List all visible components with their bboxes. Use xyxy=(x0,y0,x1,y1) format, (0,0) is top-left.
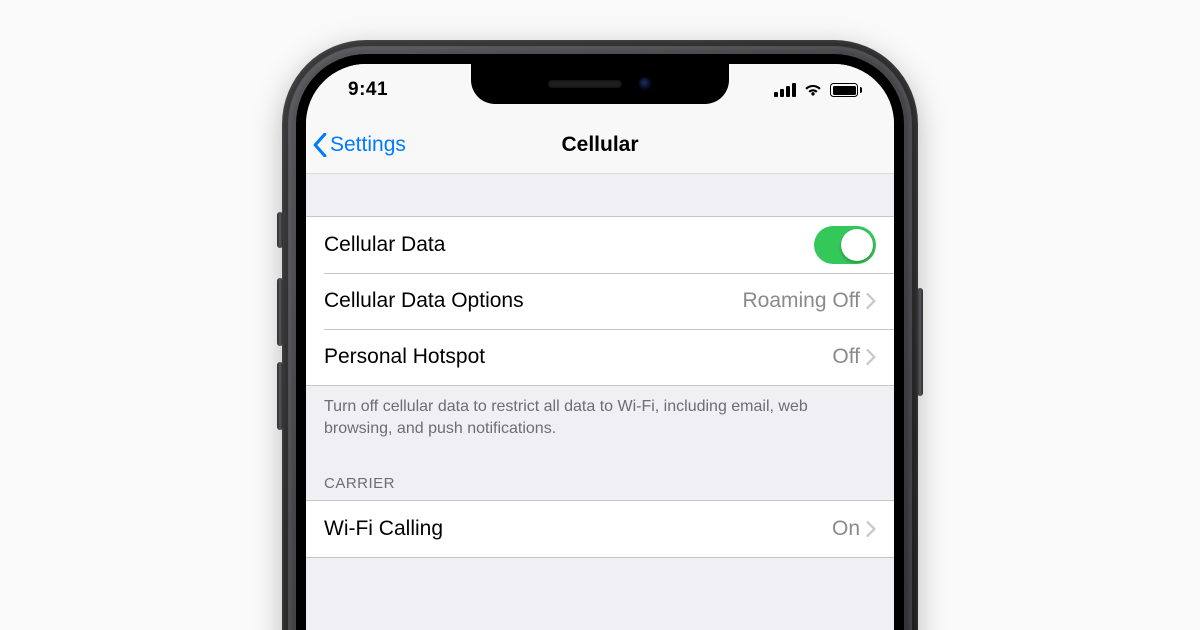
notch xyxy=(471,64,729,104)
chevron-right-icon xyxy=(866,521,876,537)
front-camera xyxy=(638,77,652,91)
cellular-data-options-value: Roaming Off xyxy=(743,289,861,313)
cellular-data-label: Cellular Data xyxy=(324,233,445,257)
personal-hotspot-label: Personal Hotspot xyxy=(324,345,485,369)
cellular-group-footer: Turn off cellular data to restrict all d… xyxy=(306,386,894,465)
chevron-right-icon xyxy=(866,293,876,309)
settings-content: Cellular Data Cellular Data Options Roam… xyxy=(306,174,894,630)
iphone-frame: 9:41 Settings xyxy=(282,40,918,630)
cellular-group: Cellular Data Cellular Data Options Roam… xyxy=(306,216,894,386)
wifi-icon xyxy=(803,83,823,97)
cellular-signal-icon xyxy=(774,83,796,97)
chevron-left-icon xyxy=(312,133,328,157)
screen: 9:41 Settings xyxy=(306,64,894,630)
side-button xyxy=(917,288,923,396)
volume-up-button xyxy=(277,278,283,346)
status-time: 9:41 xyxy=(348,79,388,101)
battery-icon xyxy=(830,83,862,97)
row-wifi-calling[interactable]: Wi-Fi Calling On xyxy=(306,501,894,557)
wifi-calling-label: Wi-Fi Calling xyxy=(324,517,443,541)
back-label: Settings xyxy=(330,133,406,157)
row-personal-hotspot[interactable]: Personal Hotspot Off xyxy=(306,329,894,385)
row-cellular-data[interactable]: Cellular Data xyxy=(306,217,894,273)
carrier-section-header: CARRIER xyxy=(306,465,894,500)
cellular-data-toggle[interactable] xyxy=(814,226,876,264)
volume-down-button xyxy=(277,362,283,430)
chevron-right-icon xyxy=(866,349,876,365)
silent-switch xyxy=(277,212,283,248)
cellular-data-options-label: Cellular Data Options xyxy=(324,289,524,313)
back-button[interactable]: Settings xyxy=(312,133,406,157)
speaker-grill xyxy=(548,80,622,88)
wifi-calling-value: On xyxy=(832,517,860,541)
row-cellular-data-options[interactable]: Cellular Data Options Roaming Off xyxy=(306,273,894,329)
navigation-bar: Settings Cellular xyxy=(306,116,894,174)
personal-hotspot-value: Off xyxy=(832,345,860,369)
carrier-group: Wi-Fi Calling On xyxy=(306,500,894,558)
